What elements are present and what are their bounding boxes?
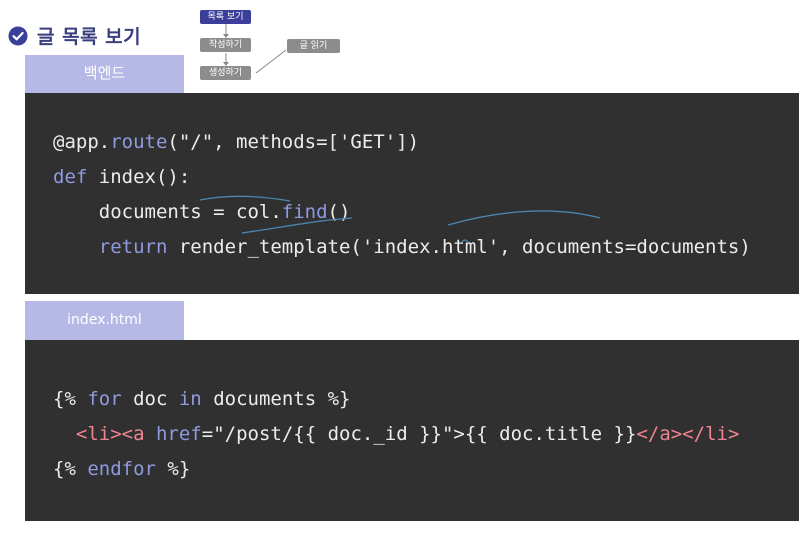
backend-code-line: documents = col.find() [53, 200, 351, 224]
code-text: documents %} [201, 388, 351, 410]
code-keyword: return [98, 236, 168, 258]
flow-node-read: 글 읽기 [287, 39, 340, 53]
backend-code-line: def index(): [53, 165, 190, 189]
code-text: render_template('index.html', documents=… [167, 236, 751, 258]
code-text: doc [121, 388, 179, 410]
code-text: {% [53, 458, 88, 480]
code-keyword: in [178, 388, 202, 410]
flow-node-write: 작성하기 [200, 38, 251, 52]
check-circle-icon [8, 26, 28, 45]
code-keyword: def [53, 166, 88, 188]
code-keyword: for [87, 388, 122, 410]
code-keyword: find [281, 201, 328, 223]
code-tag: </a></li> [636, 423, 740, 445]
template-code-line: <li><a href="/post/{{ doc._id }}">{{ doc… [53, 422, 740, 446]
backend-tab: 백엔드 [25, 55, 184, 93]
template-code-panel: {% for doc in documents %} <li><a href="… [25, 340, 799, 521]
code-text: ="/post/{{ doc._id }}">{{ doc.title }} [201, 423, 637, 445]
flow-node-create: 생성하기 [200, 66, 251, 80]
code-text: () [327, 201, 351, 223]
title-row: 글 목록 보기 [8, 22, 141, 49]
template-tab: index.html [25, 301, 184, 340]
code-text: %} [155, 458, 191, 480]
code-tag: <li><a [75, 423, 145, 445]
template-code-line: {% for doc in documents %} [53, 387, 350, 411]
code-keyword: href [155, 423, 202, 445]
template-code-line: {% endfor %} [53, 457, 190, 481]
code-text: index(): [87, 166, 191, 188]
code-keyword: endfor [87, 458, 156, 480]
code-text: documents = col. [53, 201, 282, 223]
flow-node-list: 목록 보기 [200, 10, 251, 24]
backend-code-line: return render_template('index.html', doc… [53, 235, 751, 259]
code-keyword: route [110, 131, 168, 153]
code-text: {% [53, 388, 88, 410]
code-text: @app. [53, 131, 111, 153]
backend-code-line: @app.route("/", methods=['GET']) [53, 130, 419, 154]
code-text: ("/", methods=['GET']) [167, 131, 420, 153]
backend-code-panel: @app.route("/", methods=['GET']) def ind… [25, 93, 799, 294]
page-title: 글 목록 보기 [37, 26, 142, 48]
